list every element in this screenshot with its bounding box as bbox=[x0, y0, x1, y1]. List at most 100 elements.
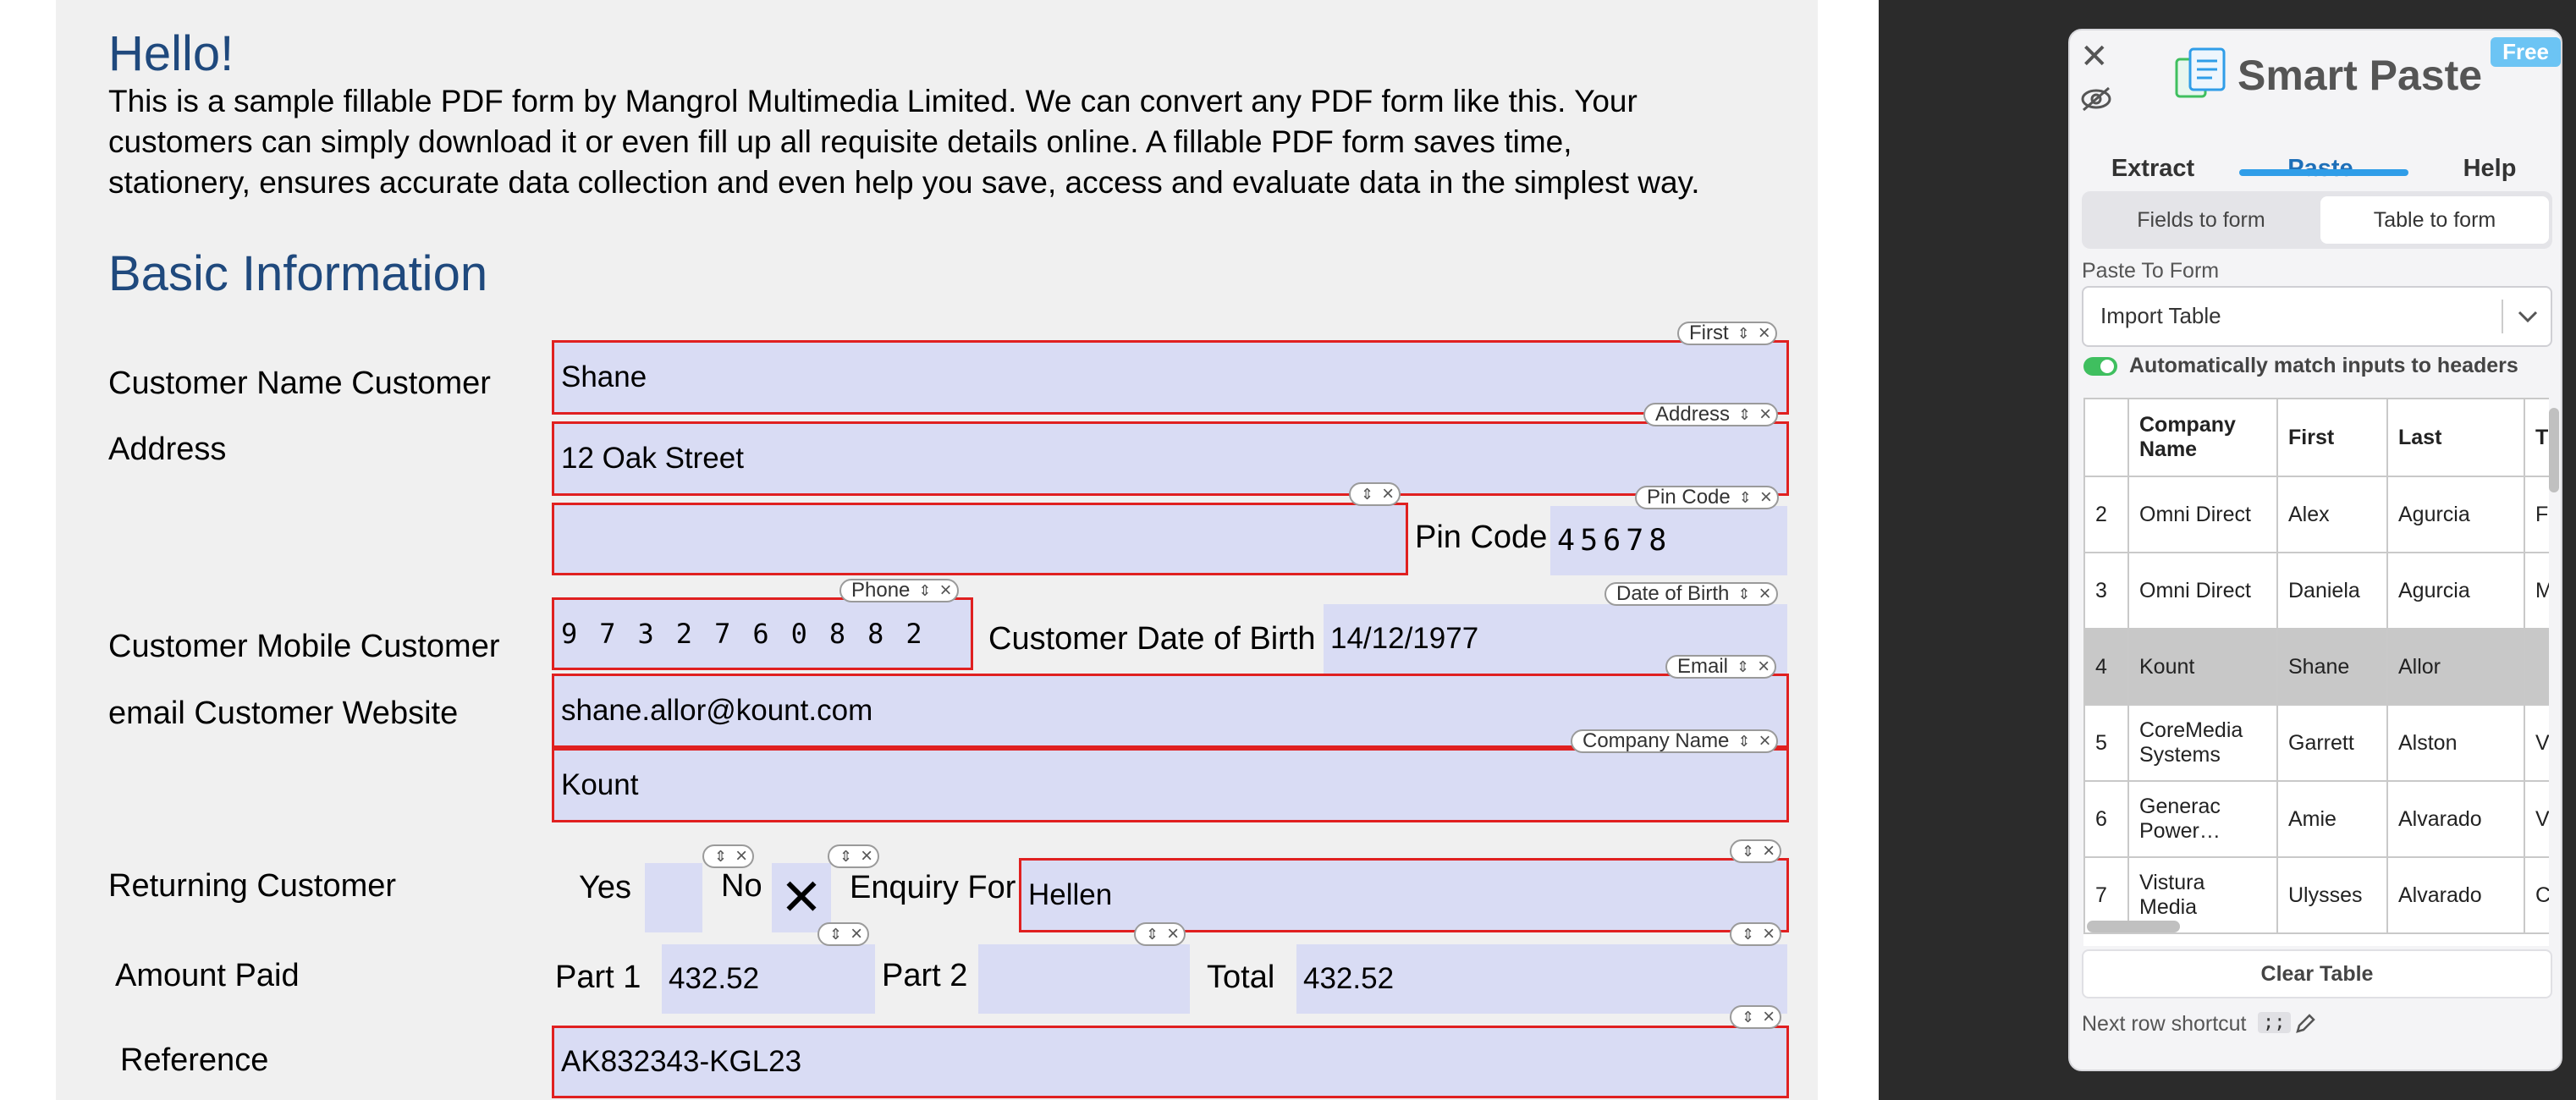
table-row[interactable]: 3 Omni Direct Daniela Agurcia M A bbox=[2083, 552, 2549, 630]
table-cell: Alex bbox=[2276, 476, 2388, 553]
address2-mapping-tag[interactable]: ⇕ × bbox=[1349, 482, 1401, 506]
remove-icon[interactable]: × bbox=[735, 846, 747, 866]
returning-customer-label: Returning Customer bbox=[108, 868, 397, 904]
updown-icon[interactable]: ⇕ bbox=[1737, 586, 1750, 602]
first-mapping-tag[interactable]: First ⇕ × bbox=[1677, 322, 1777, 345]
address-line1-field[interactable]: 12 Oak Street bbox=[552, 421, 1789, 496]
table-cell: 5 bbox=[2083, 704, 2129, 782]
remove-icon[interactable]: × bbox=[1382, 484, 1394, 504]
table-row-selected[interactable]: 4 Kount Shane Allor bbox=[2083, 628, 2549, 706]
updown-icon[interactable]: ⇕ bbox=[1742, 844, 1754, 859]
email-mapping-tag[interactable]: Email ⇕ × bbox=[1665, 655, 1777, 679]
mobile-field[interactable]: 9732760882 bbox=[552, 597, 973, 670]
updown-icon[interactable]: ⇕ bbox=[1361, 487, 1373, 502]
remove-icon[interactable]: × bbox=[1758, 657, 1770, 677]
customer-name-field[interactable]: Shane bbox=[552, 340, 1789, 415]
part1-field[interactable]: 432.52 bbox=[662, 944, 875, 1014]
remove-icon[interactable]: × bbox=[1759, 584, 1771, 604]
updown-icon[interactable]: ⇕ bbox=[1738, 407, 1751, 422]
remove-icon[interactable]: × bbox=[1759, 404, 1771, 425]
total-mapping-tag[interactable]: ⇕ × bbox=[1730, 922, 1782, 946]
table-header: Last bbox=[2386, 398, 2525, 477]
updown-icon[interactable]: ⇕ bbox=[918, 583, 931, 598]
intro-line: stationery, ensures accurate data collec… bbox=[108, 165, 1700, 200]
auto-match-toggle[interactable] bbox=[2083, 357, 2117, 376]
updown-icon[interactable]: ⇕ bbox=[1737, 734, 1750, 749]
remove-icon[interactable]: × bbox=[1167, 924, 1179, 944]
hide-icon[interactable] bbox=[2078, 81, 2114, 117]
table-cell: Allor bbox=[2386, 628, 2525, 706]
date-of-birth-mapping-tag[interactable]: Date of Birth ⇕ × bbox=[1604, 582, 1778, 606]
segment-table-to-form[interactable]: Table to form bbox=[2320, 196, 2549, 244]
address-line2-field[interactable] bbox=[552, 503, 1408, 575]
updown-icon[interactable]: ⇕ bbox=[1739, 490, 1752, 505]
mobile-label: Customer Mobile Customer bbox=[108, 629, 500, 664]
table-row[interactable]: 5 CoreMedia Systems Garrett Alston V S bbox=[2083, 704, 2549, 782]
pin-code-field[interactable]: 45678 bbox=[1550, 506, 1787, 575]
part1-mapping-tag[interactable]: ⇕ × bbox=[817, 922, 870, 946]
intro-paragraph: This is a sample fillable PDF form by Ma… bbox=[108, 81, 1835, 203]
updown-icon[interactable]: ⇕ bbox=[1737, 326, 1750, 341]
table-cell: Omni Direct bbox=[2127, 476, 2278, 553]
pin-code-mapping-tag[interactable]: Pin Code ⇕ × bbox=[1635, 486, 1779, 509]
part2-mapping-tag[interactable]: ⇕ × bbox=[1134, 922, 1186, 946]
total-field[interactable]: 432.52 bbox=[1296, 944, 1787, 1014]
paste-to-form-select[interactable]: Import Table bbox=[2082, 286, 2552, 347]
table-cell: Ulysses bbox=[2276, 856, 2388, 934]
updown-icon[interactable]: ⇕ bbox=[1146, 927, 1159, 942]
table-cell: C bbox=[2524, 856, 2549, 934]
table-cell: Alvarado bbox=[2386, 856, 2525, 934]
remove-icon[interactable]: × bbox=[1763, 924, 1775, 944]
updown-icon[interactable]: ⇕ bbox=[1742, 1009, 1754, 1025]
updown-icon[interactable]: ⇕ bbox=[1742, 927, 1754, 942]
part2-field[interactable] bbox=[978, 944, 1190, 1014]
table-header: Company Name bbox=[2127, 398, 2278, 477]
updown-icon[interactable]: ⇕ bbox=[839, 849, 852, 864]
segment-fields-to-form[interactable]: Fields to form bbox=[2087, 196, 2315, 244]
tag-label: Phone bbox=[851, 579, 911, 602]
enquiry-for-field[interactable]: Hellen bbox=[1019, 858, 1789, 932]
yes-mapping-tag[interactable]: ⇕ × bbox=[702, 844, 755, 868]
website-field[interactable]: Kount bbox=[552, 748, 1789, 822]
chevron-down-icon bbox=[2518, 311, 2538, 323]
table-cell: 4 bbox=[2083, 628, 2129, 706]
import-table: Company Name First Last T 2 Omni Direct … bbox=[2083, 398, 2549, 934]
remove-icon[interactable]: × bbox=[940, 580, 952, 601]
pencil-icon[interactable] bbox=[2293, 1012, 2317, 1036]
no-mapping-tag[interactable]: ⇕ × bbox=[828, 844, 880, 868]
reference-mapping-tag[interactable]: ⇕ × bbox=[1730, 1005, 1782, 1029]
enquiry-mapping-tag[interactable]: ⇕ × bbox=[1730, 839, 1782, 863]
company-name-mapping-tag[interactable]: Company Name ⇕ × bbox=[1571, 729, 1778, 753]
updown-icon[interactable]: ⇕ bbox=[1737, 659, 1749, 674]
table-horizontal-scrollbar[interactable] bbox=[2087, 921, 2180, 932]
remove-icon[interactable]: × bbox=[850, 924, 862, 944]
table-cell: V S bbox=[2524, 704, 2549, 782]
remove-icon[interactable]: × bbox=[861, 846, 872, 866]
table-cell: Kount bbox=[2127, 628, 2278, 706]
remove-icon[interactable]: × bbox=[1759, 323, 1770, 344]
remove-icon[interactable]: × bbox=[1759, 731, 1771, 751]
yes-checkbox[interactable] bbox=[645, 863, 702, 932]
free-badge: Free bbox=[2491, 37, 2561, 67]
table-cell: Agurcia bbox=[2386, 476, 2525, 553]
remove-icon[interactable]: × bbox=[1763, 1007, 1775, 1027]
table-row[interactable]: 6 Generac Power… Amie Alvarado V bbox=[2083, 780, 2549, 858]
yes-label: Yes bbox=[579, 870, 631, 905]
close-icon[interactable]: ✕ bbox=[2080, 37, 2109, 76]
tag-label: Email bbox=[1677, 655, 1729, 678]
address-mapping-tag[interactable]: Address ⇕ × bbox=[1643, 403, 1779, 426]
pin-code-label: Pin Code bbox=[1415, 520, 1548, 555]
auto-match-label: Automatically match inputs to headers bbox=[2129, 354, 2518, 377]
remove-icon[interactable]: × bbox=[1760, 487, 1772, 508]
greeting-heading: Hello! bbox=[108, 26, 234, 81]
table-vertical-scrollbar[interactable] bbox=[2549, 408, 2559, 492]
no-checkbox[interactable]: ✕ bbox=[772, 863, 831, 932]
import-table-viewport[interactable]: Company Name First Last T 2 Omni Direct … bbox=[2083, 398, 2549, 946]
table-row[interactable]: 2 Omni Direct Alex Agurcia F bbox=[2083, 476, 2549, 553]
updown-icon[interactable]: ⇕ bbox=[714, 849, 727, 864]
reference-field[interactable]: AK832343-KGL23 bbox=[552, 1026, 1789, 1098]
clear-table-button[interactable]: Clear Table bbox=[2082, 949, 2552, 998]
updown-icon[interactable]: ⇕ bbox=[829, 927, 842, 942]
phone-mapping-tag[interactable]: Phone ⇕ × bbox=[839, 579, 959, 602]
remove-icon[interactable]: × bbox=[1763, 841, 1775, 861]
